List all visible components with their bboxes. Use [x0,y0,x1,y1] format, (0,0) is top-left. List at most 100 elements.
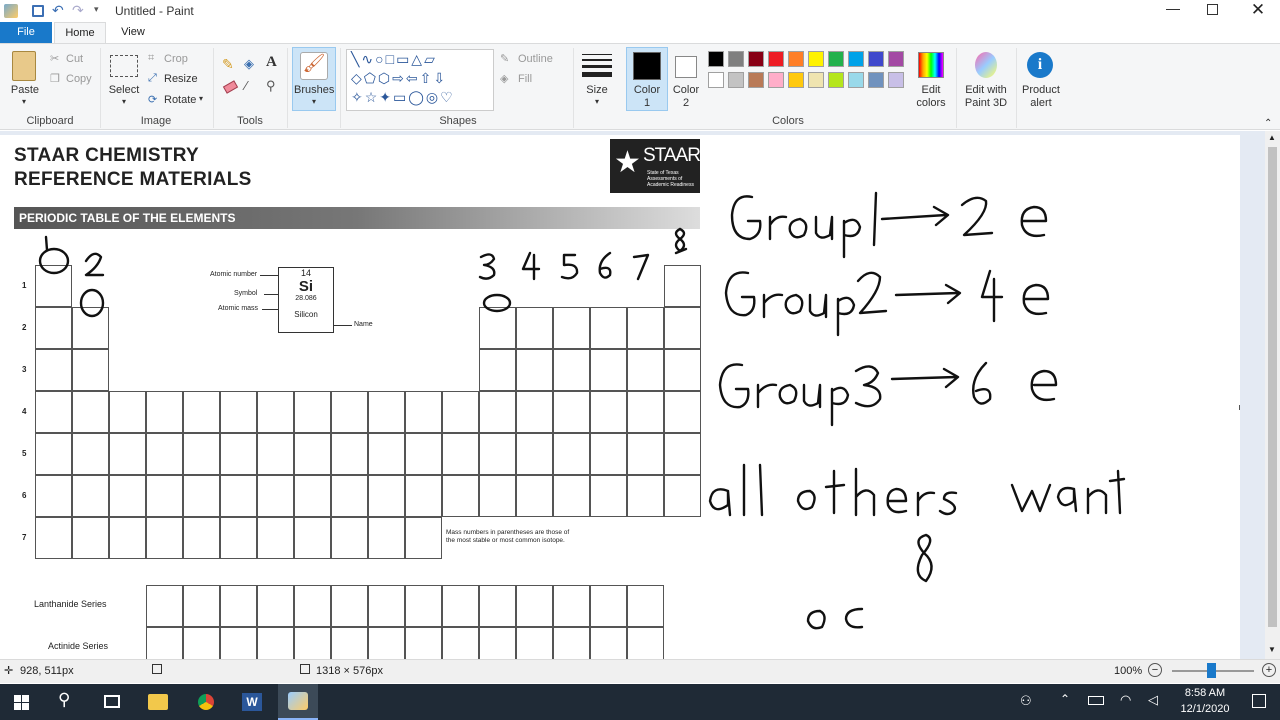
paint3d-icon[interactable] [975,52,997,78]
search-icon[interactable]: ⚲ [58,690,70,710]
tab-file[interactable]: File [0,22,52,43]
select-dropdown-icon[interactable]: ▾ [118,97,130,106]
hw-group2-2 [856,271,888,315]
magnifier-icon[interactable]: ⚲ [266,78,276,94]
quick-access-dropdown-icon[interactable]: ▾ [94,4,99,15]
size-label[interactable]: Size [582,84,612,96]
title-bar: ↶ ↷ ▾ Untitled - Paint — ✕ [0,0,1280,22]
palette-swatch[interactable] [788,72,804,88]
start-button[interactable] [14,695,29,710]
copy-button[interactable]: Copy [66,73,92,85]
scroll-up-icon[interactable]: ▲ [1268,133,1276,142]
show-hidden-icons[interactable]: ⌃ [1060,692,1070,706]
zoom-in-button[interactable]: + [1262,663,1276,677]
hw-group2-u [808,293,828,319]
hw-group3-p [830,386,850,427]
chrome-icon[interactable] [196,692,216,712]
paint-app-icon[interactable] [4,4,18,18]
hw-group1-r [768,215,788,241]
product-alert-line1[interactable]: Product [1018,84,1064,96]
maximize-button[interactable] [1207,4,1218,15]
palette-swatch[interactable] [728,51,744,67]
clock-time[interactable]: 8:58 AM [1180,687,1230,699]
palette-swatch[interactable] [708,51,724,67]
volume-icon[interactable]: ◁ [1148,692,1158,708]
edit-colors-line2[interactable]: colors [910,97,952,109]
task-view-icon[interactable] [104,695,120,708]
cut-button[interactable]: Cut [66,53,83,65]
file-explorer-icon[interactable] [148,694,168,710]
rotate-dropdown-icon[interactable]: ▾ [199,94,203,103]
redo-icon[interactable]: ↷ [72,2,84,19]
scroll-thumb[interactable] [1268,147,1277,627]
palette-swatch[interactable] [708,72,724,88]
zoom-slider-thumb[interactable] [1207,663,1216,678]
palette-swatch[interactable] [808,51,824,67]
drawing-canvas[interactable]: STAAR CHEMISTRY REFERENCE MATERIALS ★ ST… [0,135,1240,659]
pencil-icon[interactable]: ✎ [222,56,234,73]
paste-button[interactable]: Paste [8,84,42,96]
paste-icon[interactable] [12,51,36,81]
color2-label[interactable]: Color [668,84,704,96]
select-icon[interactable] [110,55,138,77]
fill-button[interactable]: Fill [518,73,532,85]
palette-swatch[interactable] [828,72,844,88]
edit-colors-icon[interactable] [918,52,944,78]
palette-swatch[interactable] [788,51,804,67]
palette-swatch[interactable] [748,72,764,88]
wifi-icon[interactable]: ◠ [1120,692,1131,708]
minimize-button[interactable]: — [1163,0,1183,20]
close-button[interactable]: ✕ [1250,0,1266,20]
collapse-ribbon-icon[interactable]: ⌃ [1264,118,1272,129]
product-alert-line2[interactable]: alert [1018,97,1064,109]
shapes-gallery[interactable]: ╲∿○□▭△▱ ◇⬠⬡⇨⇦⇧⇩ ✧☆✦▭◯◎♡ [346,49,494,111]
vertical-scrollbar[interactable]: ▲ ▼ [1265,131,1280,659]
outline-button[interactable]: Outline [518,53,553,65]
cursor-position: 928, 511px [20,665,74,677]
palette-swatch[interactable] [808,72,824,88]
select-button[interactable]: Select [106,84,142,96]
notifications-icon[interactable] [1252,694,1266,708]
paste-dropdown-icon[interactable]: ▾ [18,97,30,106]
palette-swatch[interactable] [728,72,744,88]
hw-group3-u [802,383,822,409]
zoom-out-button[interactable]: − [1148,663,1162,677]
palette-swatch[interactable] [748,51,764,67]
paint3d-line1[interactable]: Edit with [960,84,1012,96]
palette-swatch[interactable] [868,72,884,88]
size-icon[interactable] [582,54,612,77]
resize-button[interactable]: Resize [164,73,198,85]
palette-swatch[interactable] [888,51,904,67]
palette-swatch[interactable] [768,51,784,67]
undo-icon[interactable]: ↶ [52,2,64,19]
edit-colors-line1[interactable]: Edit [910,84,952,96]
word-icon[interactable]: W [242,693,262,711]
eraser-icon[interactable] [222,80,239,94]
tab-view[interactable]: View [108,22,158,43]
save-icon[interactable] [32,5,44,17]
info-icon[interactable]: i [1027,52,1053,78]
palette-swatch[interactable] [848,51,864,67]
palette-swatch[interactable] [888,72,904,88]
palette-swatch[interactable] [848,72,864,88]
crop-button[interactable]: Crop [164,53,188,65]
clock-date[interactable]: 12/1/2020 [1176,703,1234,715]
paint-taskbar-icon[interactable] [278,684,318,720]
hw-group3-o [778,383,798,405]
canvas-resize-handle[interactable] [1239,405,1240,410]
hand-digit-3 [478,253,496,280]
color2-swatch[interactable] [675,56,697,78]
color-picker-icon[interactable]: ⁄ [245,78,247,93]
people-icon[interactable]: ⚇ [1020,693,1032,709]
palette-swatch[interactable] [868,51,884,67]
paint3d-line2[interactable]: Paint 3D [960,97,1012,109]
text-icon[interactable]: A [266,54,277,71]
palette-swatch[interactable] [768,72,784,88]
fill-bucket-icon[interactable]: ◈ [244,56,254,72]
rotate-button[interactable]: Rotate [164,94,196,106]
battery-icon[interactable] [1088,696,1104,705]
palette-swatch[interactable] [828,51,844,67]
tab-home[interactable]: Home [54,22,106,43]
scroll-down-icon[interactable]: ▼ [1268,645,1276,654]
hand-digit-4 [521,251,541,281]
